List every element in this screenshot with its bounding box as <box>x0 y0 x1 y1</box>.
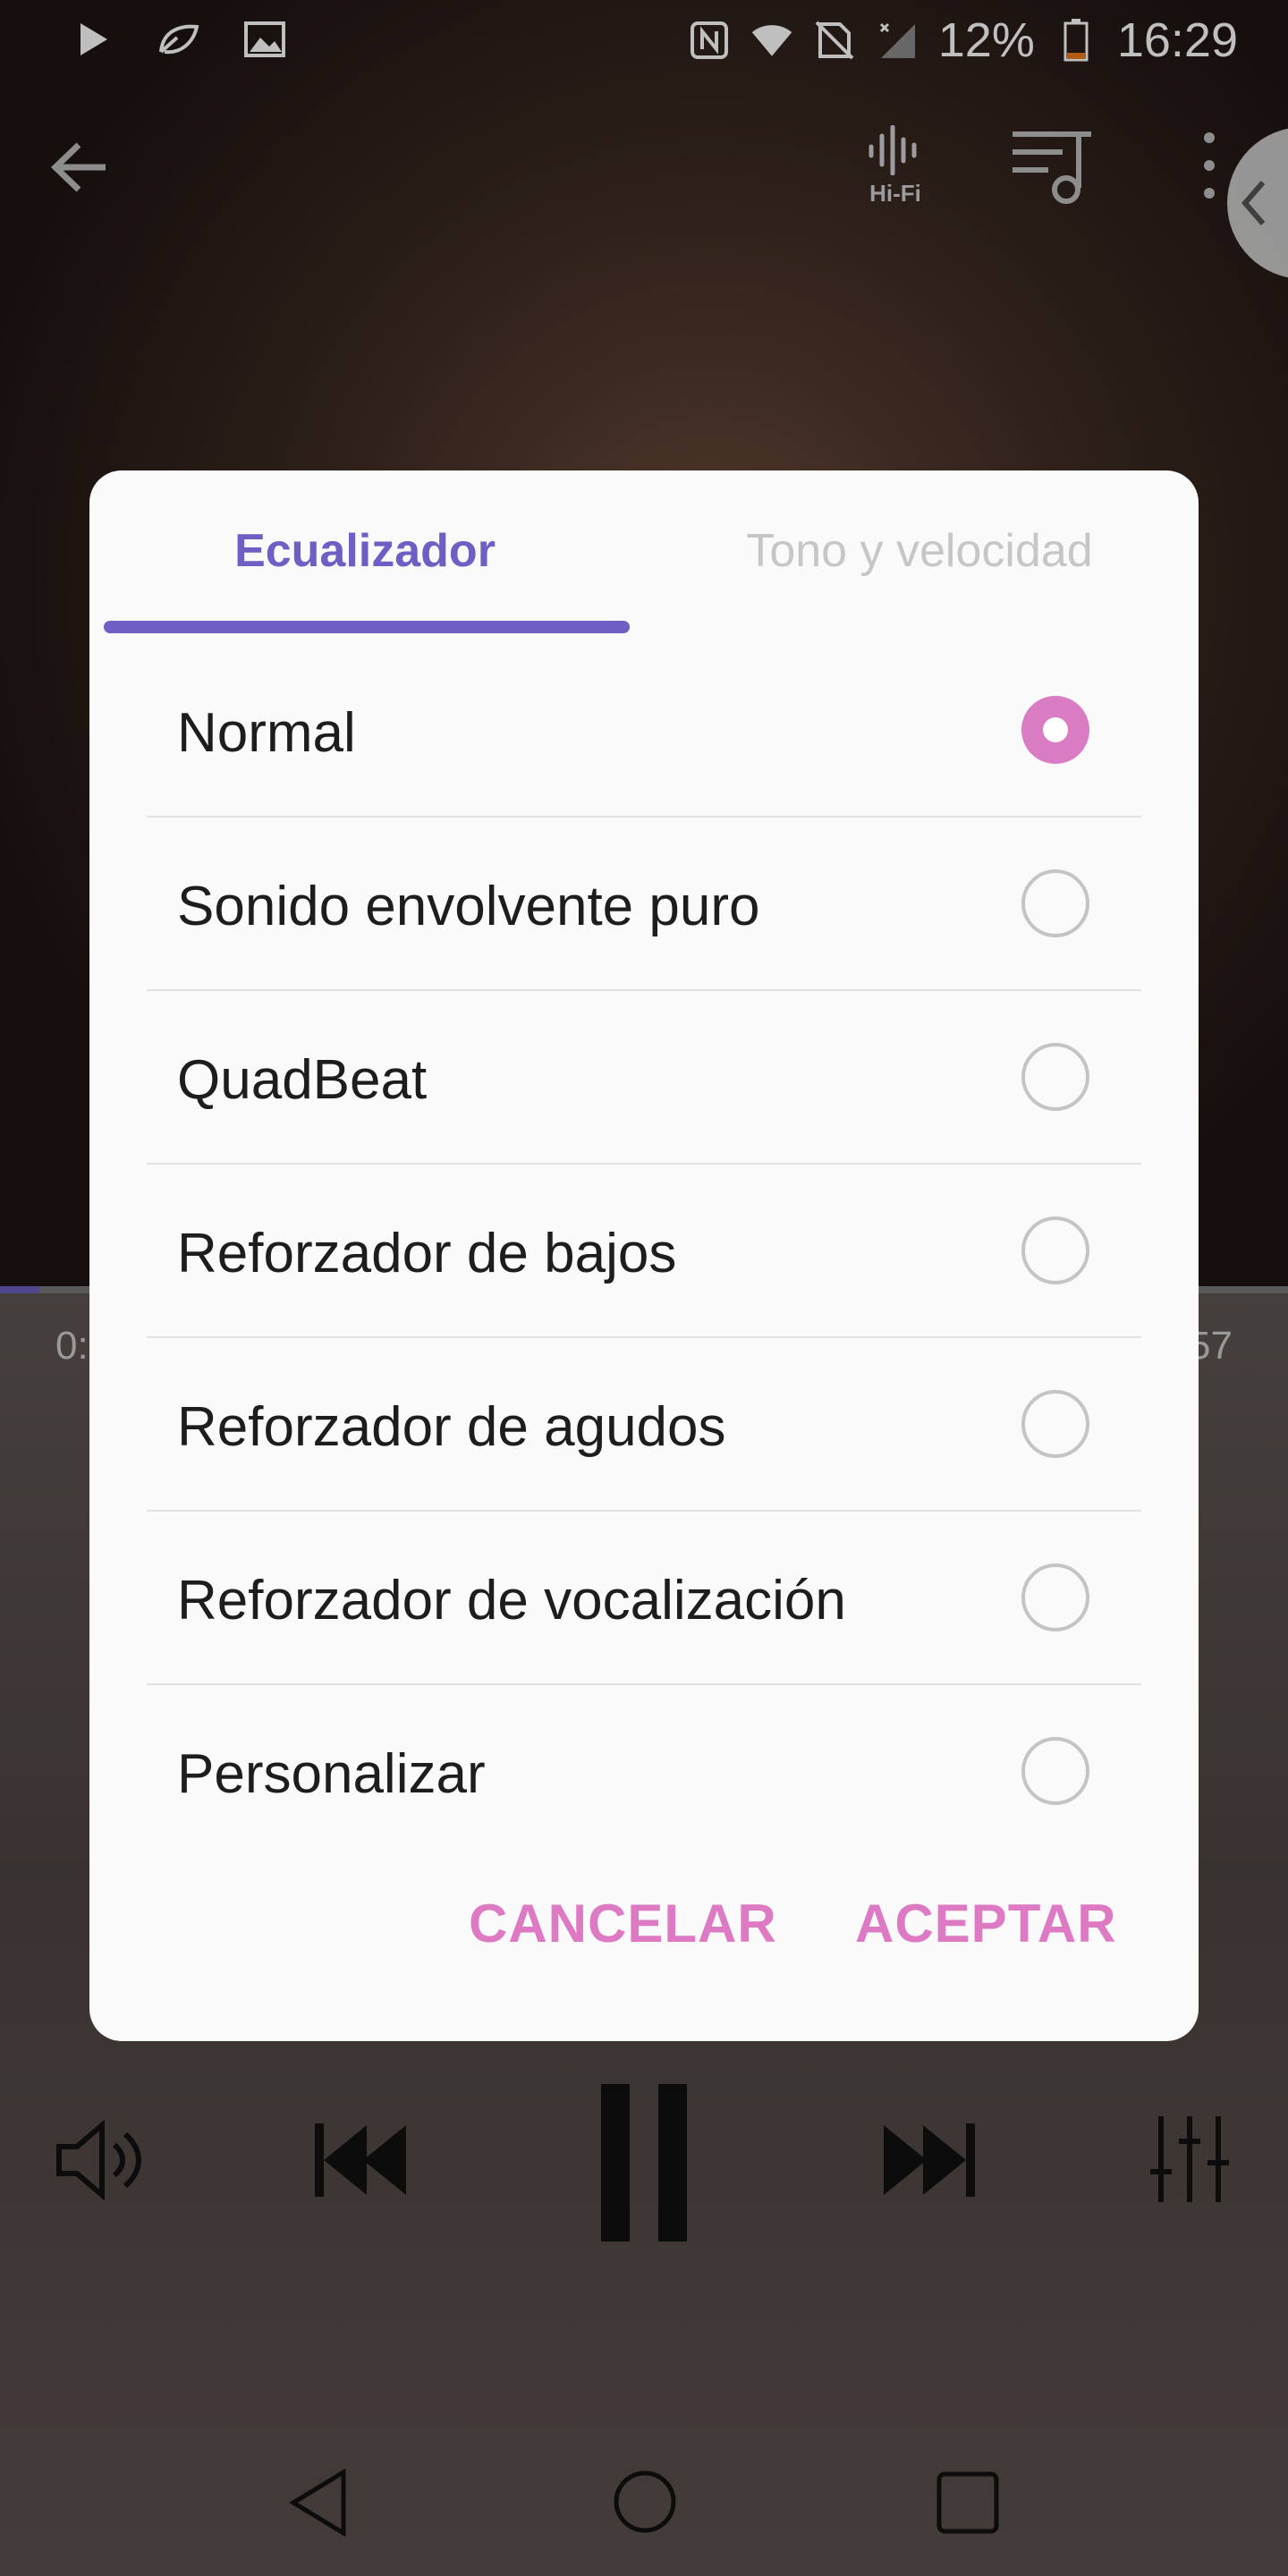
option-normal[interactable]: Normal <box>89 644 1199 818</box>
equalizer-dialog: Ecualizador Tono y velocidad Normal Soni… <box>89 470 1199 2041</box>
option-label: Reforzador de vocalización <box>177 1570 846 1631</box>
option-pure-surround[interactable]: Sonido envolvente puro <box>89 818 1199 991</box>
dialog-actions: CANCELAR ACEPTAR <box>89 1866 1199 2009</box>
radio-button[interactable] <box>1021 1563 1089 1631</box>
radio-button[interactable] <box>1021 1737 1089 1805</box>
dialog-tabs: Ecualizador Tono y velocidad <box>89 470 1199 637</box>
equalizer-options: Normal Sonido envolvente puro QuadBeat R… <box>89 644 1199 1859</box>
option-label: Reforzador de agudos <box>177 1396 726 1458</box>
tab-pitch-speed[interactable]: Tono y velocidad <box>640 524 1199 578</box>
option-custom[interactable]: Personalizar <box>89 1685 1199 1859</box>
option-treble-booster[interactable]: Reforzador de agudos <box>89 1338 1199 1512</box>
radio-button[interactable] <box>1021 1043 1089 1111</box>
cancel-button[interactable]: CANCELAR <box>469 1893 777 1954</box>
accept-button[interactable]: ACEPTAR <box>855 1893 1117 1954</box>
option-label: Reforzador de bajos <box>177 1223 677 1284</box>
option-label: Personalizar <box>177 1743 486 1805</box>
tab-equalizer[interactable]: Ecualizador <box>89 524 640 578</box>
option-label: QuadBeat <box>177 1049 428 1111</box>
option-vocal-booster[interactable]: Reforzador de vocalización <box>89 1512 1199 1685</box>
option-label: Sonido envolvente puro <box>177 876 760 937</box>
option-label: Normal <box>177 702 356 764</box>
tab-indicator <box>104 621 630 633</box>
radio-button[interactable] <box>1021 869 1089 937</box>
option-quadbeat[interactable]: QuadBeat <box>89 991 1199 1165</box>
radio-button[interactable] <box>1021 1216 1089 1284</box>
radio-button[interactable] <box>1021 1390 1089 1458</box>
radio-button-selected[interactable] <box>1021 696 1089 764</box>
option-bass-booster[interactable]: Reforzador de bajos <box>89 1165 1199 1338</box>
